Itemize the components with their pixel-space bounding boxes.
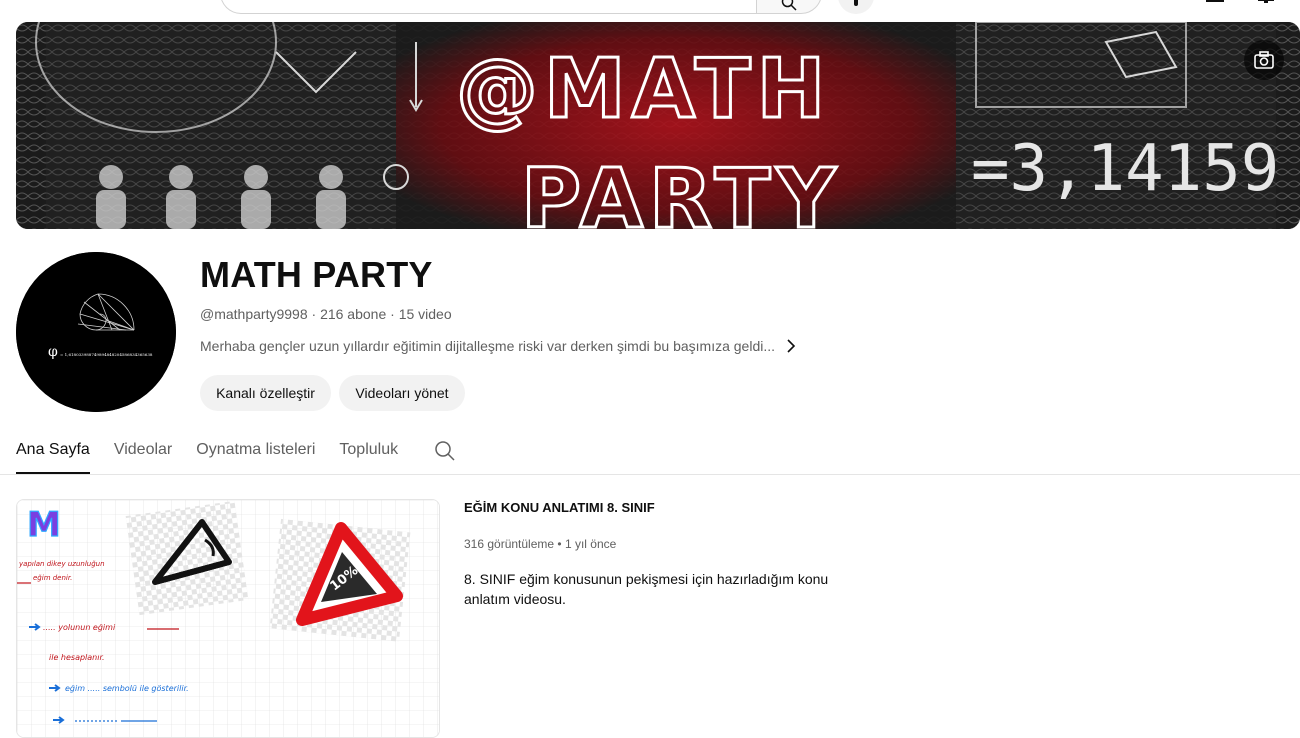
camera-icon: [1254, 51, 1274, 69]
thumbnail-note-5: eğim ..... sembolü ile gösterilir.: [65, 684, 189, 693]
phi-formula: = 1,618033988749894848204586834365638: [60, 352, 153, 357]
search-icon: [781, 0, 797, 11]
channel-handle: @mathparty9998: [200, 306, 308, 322]
channel-banner: =3,14159 @MATH PARTY: [16, 22, 1300, 229]
edit-banner-button[interactable]: [1244, 40, 1284, 80]
banner-pi-text: =3,14159: [971, 132, 1279, 206]
view-count: 316 görüntüleme: [464, 537, 555, 551]
thumbnail-note-4: ile hesaplanır.: [49, 653, 105, 662]
banner-title-line1: @MATH: [456, 42, 831, 137]
create-icon[interactable]: [1204, 0, 1228, 6]
tab-playlists[interactable]: Oynatma listeleri: [196, 430, 315, 474]
masthead: [0, 0, 1300, 22]
banner-image: =3,14159 @MATH PARTY: [16, 22, 1300, 229]
featured-video-thumbnail[interactable]: M 10% yapılan dikey uzunluğun eğim denir…: [16, 499, 440, 738]
channel-description[interactable]: Merhaba gençler uzun yıllardır eğitimin …: [200, 338, 799, 354]
channel-tabs: Ana Sayfa Videolar Oynatma listeleri Top…: [16, 430, 422, 474]
golden-spiral-logo: φ = 1,618033988749894848204586834365638: [16, 252, 176, 412]
tab-videos[interactable]: Videolar: [114, 430, 172, 474]
featured-video-description: 8. SINIF eğim konusunun pekişmesi için h…: [464, 571, 829, 607]
voice-search-button[interactable]: [838, 0, 874, 14]
thumbnail-note-3: ..... yolunun eğimi: [43, 623, 116, 632]
featured-video-meta: 316 görüntüleme • 1 yıl önce: [464, 537, 617, 551]
thumbnail-image: M 10% yapılan dikey uzunluğun eğim denir…: [17, 500, 439, 737]
thumbnail-note-1: yapılan dikey uzunluğun: [18, 560, 105, 568]
subscriber-count: 216 abone: [320, 306, 387, 322]
tab-home[interactable]: Ana Sayfa: [16, 430, 90, 474]
tabs-divider: [0, 474, 1300, 475]
search-button[interactable]: [756, 0, 822, 14]
channel-title: MATH PARTY: [200, 254, 433, 295]
notifications-icon[interactable]: [1254, 0, 1278, 6]
banner-title-line2: PARTY: [521, 152, 842, 229]
upload-age: 1 yıl önce: [564, 537, 617, 551]
tab-community[interactable]: Topluluk: [339, 430, 398, 474]
featured-video-title[interactable]: EĞİM KONU ANLATIMI 8. SINIF: [464, 500, 655, 515]
search-input[interactable]: [220, 0, 757, 14]
channel-search-icon[interactable]: [434, 440, 456, 462]
thumbnail-logo: M: [27, 505, 61, 545]
video-count: 15 video: [398, 306, 452, 322]
manage-videos-button[interactable]: Videoları yönet: [339, 375, 465, 411]
channel-description-text: Merhaba gençler uzun yıllardır eğitimin …: [200, 338, 776, 354]
channel-meta: @mathparty9998 · 216 abone · 15 video: [200, 306, 452, 322]
channel-avatar[interactable]: φ = 1,618033988749894848204586834365638: [16, 252, 176, 412]
microphone-icon: [854, 0, 858, 6]
chevron-right-icon: [787, 339, 796, 353]
customize-channel-button[interactable]: Kanalı özelleştir: [200, 375, 331, 411]
thumbnail-note-2: eğim denir.: [33, 574, 72, 582]
phi-symbol: φ: [48, 344, 58, 360]
